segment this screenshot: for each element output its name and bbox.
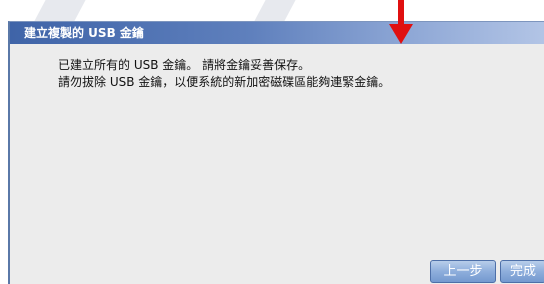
message-line: 請勿拔除 USB 金鑰，以便系統的新加密磁碟區能夠連緊金鑰。: [58, 75, 391, 89]
dialog-title-bar: 建立複製的 USB 金鑰: [10, 22, 544, 44]
background-artwork: [34, 0, 86, 21]
back-button[interactable]: 上一步: [430, 260, 496, 283]
dialog-message: 已建立所有的 USB 金鑰。 請將金鑰妥善保存。 請勿拔除 USB 金鑰，以便系…: [58, 57, 390, 91]
create-usb-key-dialog: 建立複製的 USB 金鑰 已建立所有的 USB 金鑰。 請將金鑰妥善保存。 請勿…: [8, 21, 544, 284]
background-artwork: [254, 0, 296, 21]
dialog-title: 建立複製的 USB 金鑰: [24, 26, 144, 40]
down-arrow-icon: [389, 0, 413, 44]
screenshot-stage: 建立複製的 USB 金鑰 已建立所有的 USB 金鑰。 請將金鑰妥善保存。 請勿…: [0, 0, 544, 284]
finish-button[interactable]: 完成: [500, 260, 544, 283]
message-line: 已建立所有的 USB 金鑰。 請將金鑰妥善保存。: [58, 58, 311, 72]
